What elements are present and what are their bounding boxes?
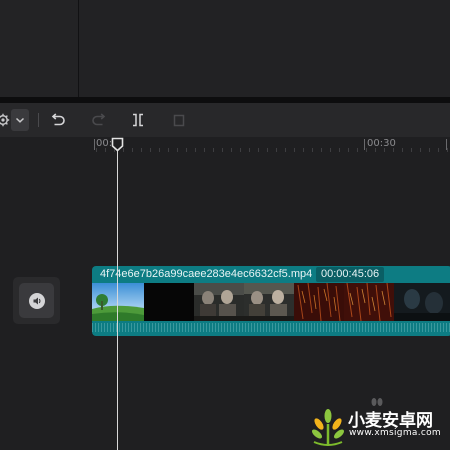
clip-file-name: 4f74e6e7b26a99caee283e4ec6632cf5.mp4: [100, 268, 313, 280]
audio-waveform: [92, 323, 450, 332]
media-panel: [0, 0, 79, 97]
clip-duration: 00:00:45:06: [316, 267, 385, 282]
delete-button[interactable]: [171, 109, 187, 131]
site-watermark: 小麦安卓网 www.xmsigma.com: [306, 404, 450, 450]
settings-dropdown[interactable]: [11, 109, 29, 131]
split-button[interactable]: [130, 109, 146, 131]
mute-track-button[interactable]: [19, 283, 54, 318]
settings-button[interactable]: [0, 109, 10, 131]
ruler-minor-ticks: [96, 148, 450, 152]
clip-header: 4f74e6e7b26a99caee283e4ec6632cf5.mp4 00:…: [92, 266, 450, 283]
playhead-line: [117, 142, 118, 450]
playhead-handle[interactable]: [111, 137, 124, 152]
thumbnail-frame: [344, 283, 394, 321]
thumbnail-frame: [144, 283, 194, 321]
timeline-toolbar: [0, 103, 450, 138]
thumbnail-frame: [194, 283, 244, 321]
thumbnail-frame: [244, 283, 294, 321]
undo-icon: [51, 113, 65, 126]
speaker-icon: [28, 292, 45, 309]
gear-icon: [0, 113, 10, 127]
redo-icon: [92, 113, 106, 126]
redo-button[interactable]: [90, 109, 108, 131]
thumbnail-frame: [294, 283, 344, 321]
thumbnail-frame: [394, 283, 450, 321]
wheat-logo-icon: [312, 409, 344, 446]
video-editor: 00:0 00:30 4f74e6e7b26a99caee283e4ec6632…: [0, 0, 450, 450]
toolbar-divider: [38, 113, 39, 127]
thumbnail-frame: [92, 283, 144, 321]
chevron-down-icon: [15, 117, 25, 123]
video-clip[interactable]: 4f74e6e7b26a99caee283e4ec6632cf5.mp4 00:…: [92, 266, 450, 336]
watermark-url: www.xmsigma.com: [349, 428, 441, 438]
timeline-ruler[interactable]: 00:0 00:30: [0, 137, 450, 153]
undo-button[interactable]: [49, 109, 67, 131]
preview-panel: [79, 0, 450, 97]
trash-icon: [173, 114, 185, 127]
ruler-tick: [94, 139, 95, 150]
clip-thumbnails: [92, 283, 450, 321]
split-icon: [133, 113, 143, 127]
